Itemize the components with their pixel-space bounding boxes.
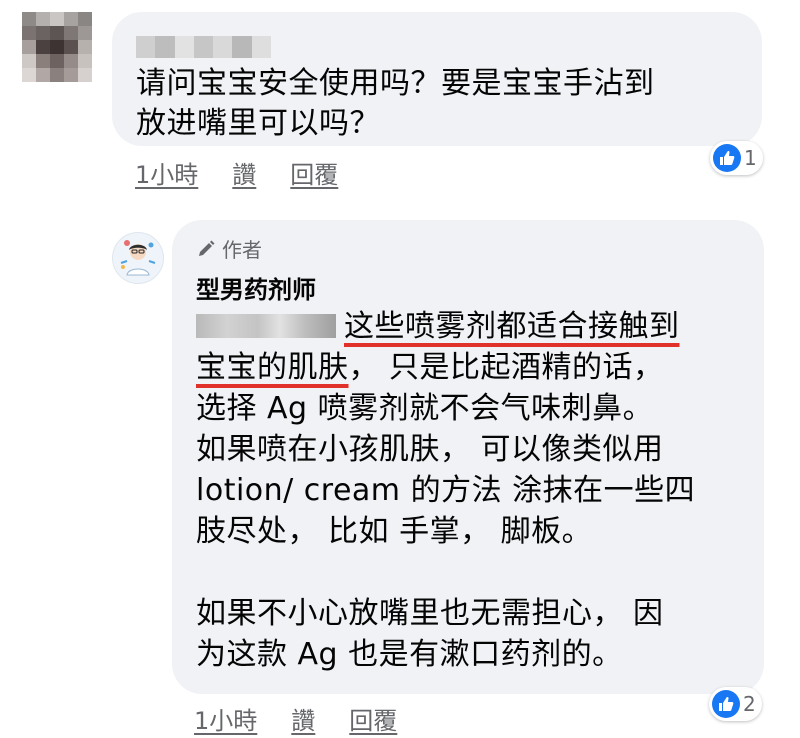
- reply-bubble: 作者 型男药剂师 这些喷雾剂都适合接触到 宝宝的肌肤， 只是比起酒精的话， 选择…: [172, 220, 764, 694]
- author-badge-label: 作者: [222, 238, 262, 262]
- author-avatar[interactable]: [112, 232, 164, 284]
- reply-link[interactable]: 回覆: [349, 701, 397, 736]
- comment-actions: 1小時 讚 回覆: [135, 155, 372, 190]
- comment-text-line-2: 放进嘴里可以吗？: [136, 106, 380, 141]
- commenter-avatar[interactable]: [22, 12, 92, 82]
- reply-author-name[interactable]: 型男药剂师: [196, 270, 316, 305]
- reply-line-1: 这些喷雾剂都适合接触到: [344, 309, 680, 344]
- author-badge: 作者: [196, 234, 262, 263]
- reply-line-7: 如果不小心放嘴里也无需担心， 因: [196, 596, 664, 631]
- commenter-name-blurred[interactable]: [136, 36, 271, 58]
- reply-link[interactable]: 回覆: [290, 155, 338, 190]
- mentioned-user-blurred[interactable]: [196, 314, 336, 338]
- like-link[interactable]: 讚: [232, 155, 256, 190]
- comment-bubble: 请问宝宝安全使用吗？要是宝宝手沾到 放进嘴里可以吗？: [112, 12, 762, 146]
- comment-reaction-badge[interactable]: 1: [710, 141, 763, 175]
- reaction-count: 1: [744, 146, 757, 170]
- reply-line-2-highlight: 宝宝的肌肤: [196, 350, 349, 385]
- reaction-count: 2: [743, 692, 756, 716]
- reply-text: 这些喷雾剂都适合接触到 宝宝的肌肤， 只是比起酒精的话， 选择 Ag 喷雾剂就不…: [196, 306, 756, 675]
- reply-actions: 1小時 讚 回覆: [194, 701, 431, 736]
- thumbs-up-icon: [713, 144, 741, 172]
- comment-text-line-1: 请问宝宝安全使用吗？要是宝宝手沾到: [136, 66, 655, 101]
- reply-reaction-badge[interactable]: 2: [709, 687, 762, 721]
- pencil-icon: [199, 240, 215, 256]
- reply-timestamp[interactable]: 1小時: [194, 701, 257, 736]
- comment-timestamp[interactable]: 1小時: [135, 155, 198, 190]
- thumbs-up-icon: [712, 690, 740, 718]
- reply-line-3: 选择 Ag 喷雾剂就不会气味刺鼻。: [196, 391, 654, 426]
- reply-line-6: 肢尽处， 比如 手掌， 脚板。: [196, 514, 593, 549]
- reply-line-4: 如果喷在小孩肌肤， 可以像类似用: [196, 432, 664, 467]
- reply-line-5: lotion/ cream 的方法 涂抹在一些四: [196, 473, 696, 508]
- reply-line-2-rest: ， 只是比起酒精的话，: [348, 350, 664, 385]
- comment-text: 请问宝宝安全使用吗？要是宝宝手沾到 放进嘴里可以吗？: [136, 64, 751, 144]
- reply-line-8: 为这款 Ag 也是有漱口药剂的。: [196, 637, 623, 672]
- like-link[interactable]: 讚: [291, 701, 315, 736]
